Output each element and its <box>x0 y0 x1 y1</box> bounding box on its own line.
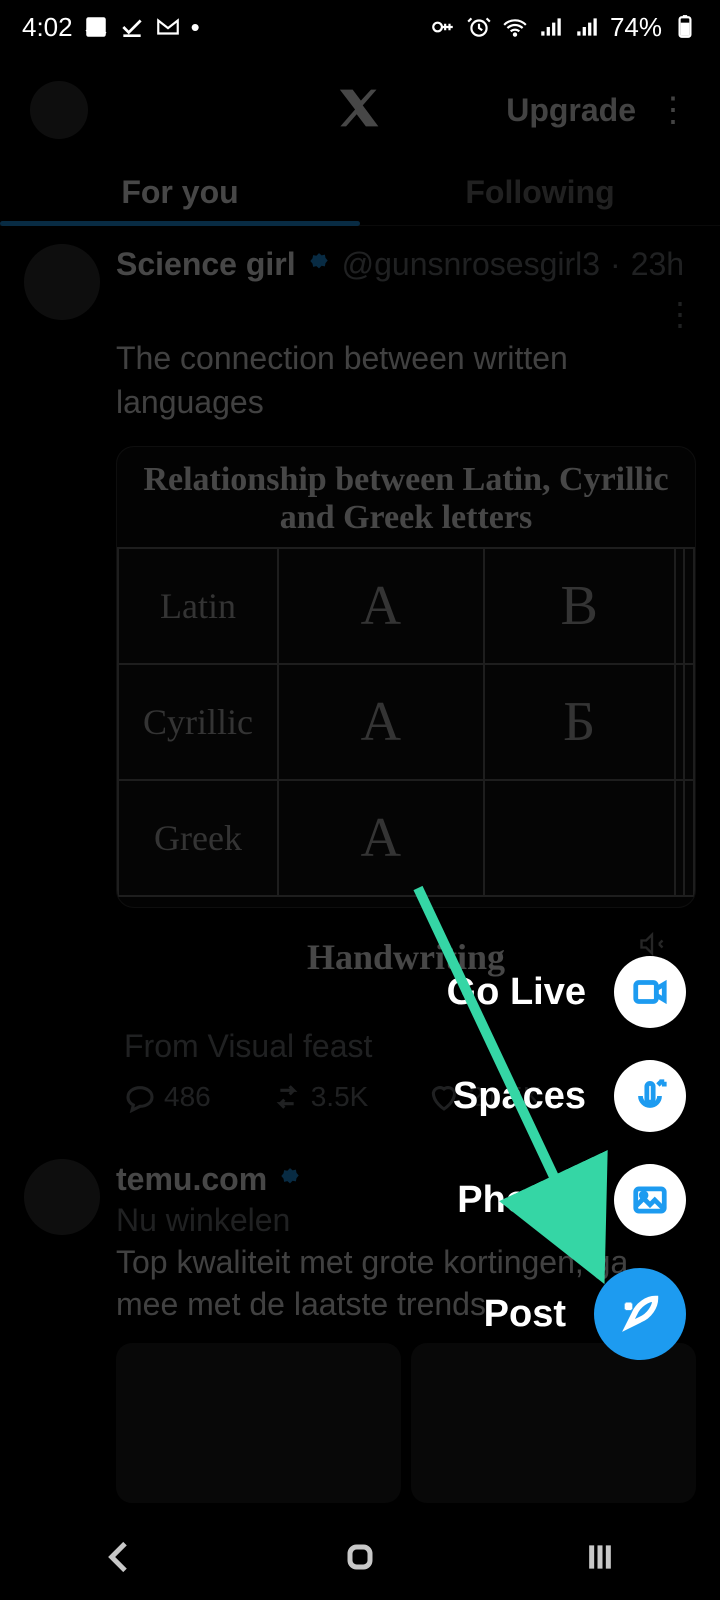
alphabet-table: LatinAB CyrillicАБ GreekΑ <box>117 547 695 897</box>
author-name[interactable]: temu.com <box>116 1159 267 1199</box>
tab-for-you[interactable]: For you <box>0 160 360 225</box>
fab-label: Go Live <box>447 971 586 1014</box>
feed-tabs: For you Following <box>0 160 720 226</box>
verified-badge-icon <box>277 1166 303 1192</box>
wifi-icon <box>502 14 528 40</box>
more-notifications-dot: • <box>191 12 200 43</box>
profile-avatar[interactable] <box>30 81 88 139</box>
post-time: 23h <box>631 244 684 284</box>
author-avatar[interactable] <box>24 1159 100 1235</box>
compose-fab-menu: Go Live Spaces Photos Post <box>447 956 686 1360</box>
status-bar: 4:02 • 74% <box>0 0 720 54</box>
fab-option-spaces[interactable]: Spaces <box>453 1060 686 1132</box>
tab-following[interactable]: Following <box>360 160 720 225</box>
system-nav-bar <box>0 1518 720 1600</box>
download-done-icon <box>119 14 145 40</box>
system-back-button[interactable] <box>100 1537 140 1582</box>
system-home-button[interactable] <box>340 1537 380 1582</box>
media-title: Relationship between Latin, Cyrillic and… <box>117 447 695 547</box>
fab-label: Photos <box>457 1179 586 1222</box>
tweet-text: The connection between written languages <box>116 336 696 424</box>
upgrade-button[interactable]: Upgrade <box>506 92 636 129</box>
vpn-key-icon <box>430 14 456 40</box>
fab-option-golive[interactable]: Go Live <box>447 956 686 1028</box>
reply-button[interactable]: 486 <box>124 1081 211 1113</box>
tweet-more-icon[interactable]: ⋮ <box>664 294 696 334</box>
photos-icon[interactable] <box>614 1164 686 1236</box>
tweet-media[interactable]: Relationship between Latin, Cyrillic and… <box>116 446 696 908</box>
fab-option-post[interactable]: Post <box>484 1268 686 1360</box>
fab-option-photos[interactable]: Photos <box>457 1164 686 1236</box>
annotation-arrow <box>0 0 720 1600</box>
repost-button[interactable]: 3.5K <box>271 1081 369 1113</box>
fab-label: Post <box>484 1293 566 1336</box>
x-logo-icon[interactable] <box>338 86 382 135</box>
app-header: Upgrade ⋮ <box>0 60 720 160</box>
ad-image[interactable] <box>411 1343 696 1503</box>
gallery-icon <box>83 14 109 40</box>
compose-post-button[interactable] <box>594 1268 686 1360</box>
battery-icon <box>672 14 698 40</box>
author-name[interactable]: Science girl <box>116 244 296 284</box>
author-avatar[interactable] <box>24 244 100 320</box>
ad-image[interactable] <box>116 1343 401 1503</box>
status-time: 4:02 <box>22 12 73 43</box>
signal-icon <box>574 14 600 40</box>
system-recents-button[interactable] <box>580 1537 620 1582</box>
alarm-icon <box>466 14 492 40</box>
fab-label: Spaces <box>453 1075 586 1118</box>
mute-icon[interactable] <box>638 930 666 958</box>
verified-badge-icon <box>306 251 332 277</box>
spaces-icon[interactable] <box>614 1060 686 1132</box>
battery-percent: 74% <box>610 12 662 43</box>
gmail-icon <box>155 14 181 40</box>
signal-icon <box>538 14 564 40</box>
author-handle[interactable]: @gunsnrosesgirl3 <box>342 244 600 284</box>
more-options-icon[interactable]: ⋮ <box>656 90 690 130</box>
golive-icon[interactable] <box>614 956 686 1028</box>
